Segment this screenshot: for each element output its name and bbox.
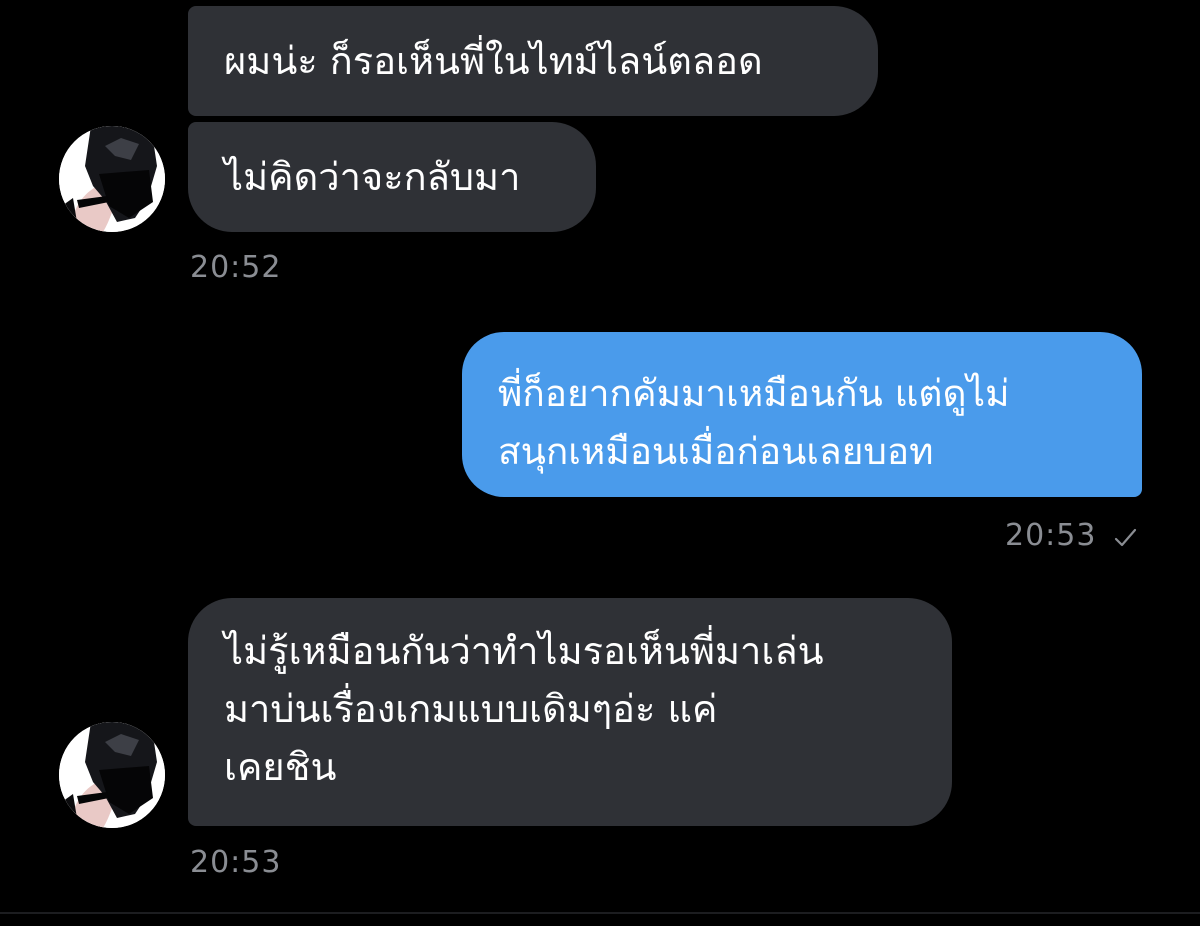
message-timestamp: 20:53 (190, 845, 282, 880)
outgoing-message-bubble[interactable]: พี่ก็อยากคัมมาเหมือนกัน แต่ดูไม่ สนุกเหม… (462, 332, 1142, 497)
avatar-photo-icon (59, 722, 165, 828)
message-text: ผมน่ะ ก็รอเห็นพี่ในไทม์ไลน์ตลอด (224, 39, 763, 83)
message-text: สนุกเหมือนเมื่อก่อนเลยบอท (498, 430, 934, 473)
message-text: ไม่รู้เหมือนกันว่าทำไมรอเห็นพี่มาเล่น (224, 629, 824, 673)
incoming-message-bubble[interactable]: ไม่รู้เหมือนกันว่าทำไมรอเห็นพี่มาเล่น มา… (188, 598, 952, 826)
check-icon (1114, 528, 1137, 547)
avatar-photo-icon (59, 126, 165, 232)
message-timestamp: 20:52 (190, 250, 282, 285)
message-text: ไม่คิดว่าจะกลับมา (224, 155, 521, 199)
message-text: มาบ่นเรื่องเกมแบบเดิมๆอ่ะ แค่ (224, 687, 718, 731)
message-text: เคยชิน (224, 745, 337, 789)
contact-avatar[interactable] (59, 126, 165, 232)
message-timestamp: 20:53 (1005, 518, 1097, 553)
incoming-message-bubble[interactable]: ไม่คิดว่าจะกลับมา (188, 122, 596, 232)
incoming-message-bubble[interactable]: ผมน่ะ ก็รอเห็นพี่ในไทม์ไลน์ตลอด (188, 6, 878, 116)
message-text: พี่ก็อยากคัมมาเหมือนกัน แต่ดูไม่ (498, 372, 1010, 415)
chat-thread: ผมน่ะ ก็รอเห็นพี่ในไทม์ไลน์ตลอด ไม่คิดว่… (0, 0, 1200, 926)
contact-avatar[interactable] (59, 722, 165, 828)
divider (0, 912, 1200, 914)
